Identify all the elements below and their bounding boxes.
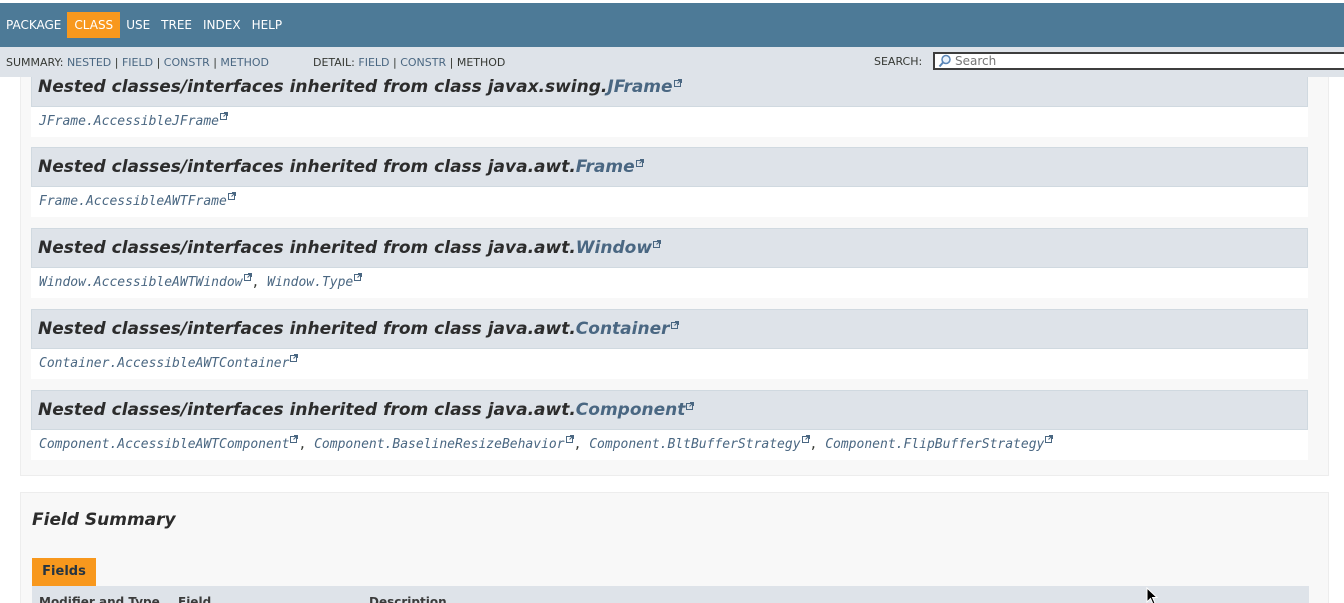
sub-navigation-bar: SUMMARY: NESTED | FIELD | CONSTR | METHO…	[0, 47, 1344, 77]
detail-link-field[interactable]: FIELD	[358, 56, 389, 69]
column-header-modifier: Modifier and Type	[39, 595, 160, 603]
member-link[interactable]: JFrame.AccessibleJFrame	[39, 114, 219, 129]
external-link-icon	[243, 273, 252, 281]
field-summary-title: Field Summary	[32, 510, 176, 530]
external-link-icon	[290, 354, 299, 362]
separator: ,	[573, 437, 590, 452]
external-link-icon	[354, 273, 363, 281]
mouse-pointer-icon	[1146, 587, 1158, 603]
search-label: SEARCH:	[874, 55, 923, 68]
nav-item-index[interactable]: INDEX	[198, 13, 246, 37]
class-link-component[interactable]: Component	[576, 400, 686, 420]
nav-item-help[interactable]: HELP	[247, 13, 288, 37]
external-link-icon	[220, 112, 229, 120]
separator: ,	[809, 437, 826, 452]
nav-item-class[interactable]: CLASS	[67, 12, 121, 38]
external-link-icon	[227, 192, 236, 200]
search-input[interactable]	[952, 54, 1335, 68]
member-link[interactable]: Window.AccessibleAWTWindow	[39, 275, 243, 290]
external-link-icon	[290, 435, 299, 443]
inherited-members-list: Window.AccessibleAWTWindow, Window.Type	[31, 268, 1308, 298]
class-link-window[interactable]: Window	[576, 238, 652, 258]
member-link[interactable]: Container.AccessibleAWTContainer	[39, 356, 289, 371]
summary-link-method[interactable]: METHOD	[220, 56, 269, 69]
main-content: Nested classes/interfaces inherited from…	[0, 77, 1344, 603]
member-link[interactable]: Window.Type	[267, 275, 353, 290]
external-link-icon	[673, 79, 682, 87]
summary-nav: SUMMARY: NESTED | FIELD | CONSTR | METHO…	[6, 56, 269, 69]
summary-link-constr[interactable]: CONSTR	[164, 56, 210, 69]
separator: ,	[251, 275, 268, 290]
detail-nav: DETAIL: FIELD | CONSTR | METHOD	[313, 56, 506, 69]
top-navigation-bar: PACKAGE CLASS USE TREE INDEX HELP	[0, 3, 1344, 47]
inherited-header-jframe: Nested classes/interfaces inherited from…	[31, 77, 1308, 107]
inherited-header-frame: Nested classes/interfaces inherited from…	[31, 147, 1308, 187]
separator: ,	[298, 437, 315, 452]
external-link-icon	[686, 402, 695, 410]
inherited-header-text: Nested classes/interfaces inherited from…	[38, 400, 576, 420]
magnifier-icon	[938, 54, 951, 68]
inherited-header-window: Nested classes/interfaces inherited from…	[31, 228, 1308, 268]
inherited-header-text: Nested classes/interfaces inherited from…	[38, 77, 608, 97]
external-link-icon	[670, 321, 679, 329]
fields-tab[interactable]: Fields	[32, 558, 96, 586]
summary-link-field[interactable]: FIELD	[122, 56, 153, 69]
class-link-container[interactable]: Container	[576, 319, 670, 339]
external-link-icon	[565, 435, 574, 443]
summary-label: SUMMARY:	[6, 56, 64, 69]
fields-table-header: Modifier and Type Field Description	[32, 586, 1309, 603]
inherited-header-text: Nested classes/interfaces inherited from…	[38, 319, 576, 339]
nav-item-tree[interactable]: TREE	[156, 13, 197, 37]
nav-item-use[interactable]: USE	[121, 13, 155, 37]
column-header-description: Description	[369, 595, 447, 603]
inherited-header-container: Nested classes/interfaces inherited from…	[31, 309, 1308, 349]
class-link-jframe[interactable]: JFrame	[607, 77, 672, 97]
inherited-header-text: Nested classes/interfaces inherited from…	[38, 157, 576, 177]
inherited-header-text: Nested classes/interfaces inherited from…	[38, 238, 576, 258]
member-link[interactable]: Component.BaselineResizeBehavior	[314, 437, 564, 452]
inherited-header-component: Nested classes/interfaces inherited from…	[31, 390, 1308, 430]
detail-link-constr[interactable]: CONSTR	[400, 56, 446, 69]
external-link-icon	[653, 240, 662, 248]
nav-item-package[interactable]: PACKAGE	[1, 13, 66, 37]
inherited-members-list: Component.AccessibleAWTComponent, Compon…	[31, 430, 1308, 460]
inherited-members-list: Container.AccessibleAWTContainer	[31, 349, 1308, 379]
external-link-icon	[635, 159, 644, 167]
member-link[interactable]: Component.FlipBufferStrategy	[825, 437, 1044, 452]
detail-label: DETAIL:	[313, 56, 355, 69]
member-link[interactable]: Frame.AccessibleAWTFrame	[39, 194, 227, 209]
inherited-members-list: Frame.AccessibleAWTFrame	[31, 187, 1308, 217]
detail-method-text: METHOD	[456, 56, 506, 69]
member-link[interactable]: Component.AccessibleAWTComponent	[39, 437, 289, 452]
search-box[interactable]	[933, 52, 1344, 70]
column-header-field: Field	[178, 595, 212, 603]
inherited-members-list: JFrame.AccessibleJFrame	[31, 107, 1308, 137]
summary-link-nested[interactable]: NESTED	[67, 56, 111, 69]
external-link-icon	[801, 435, 810, 443]
member-link[interactable]: Component.BltBufferStrategy	[589, 437, 800, 452]
class-link-frame[interactable]: Frame	[576, 157, 635, 177]
external-link-icon	[1045, 435, 1054, 443]
